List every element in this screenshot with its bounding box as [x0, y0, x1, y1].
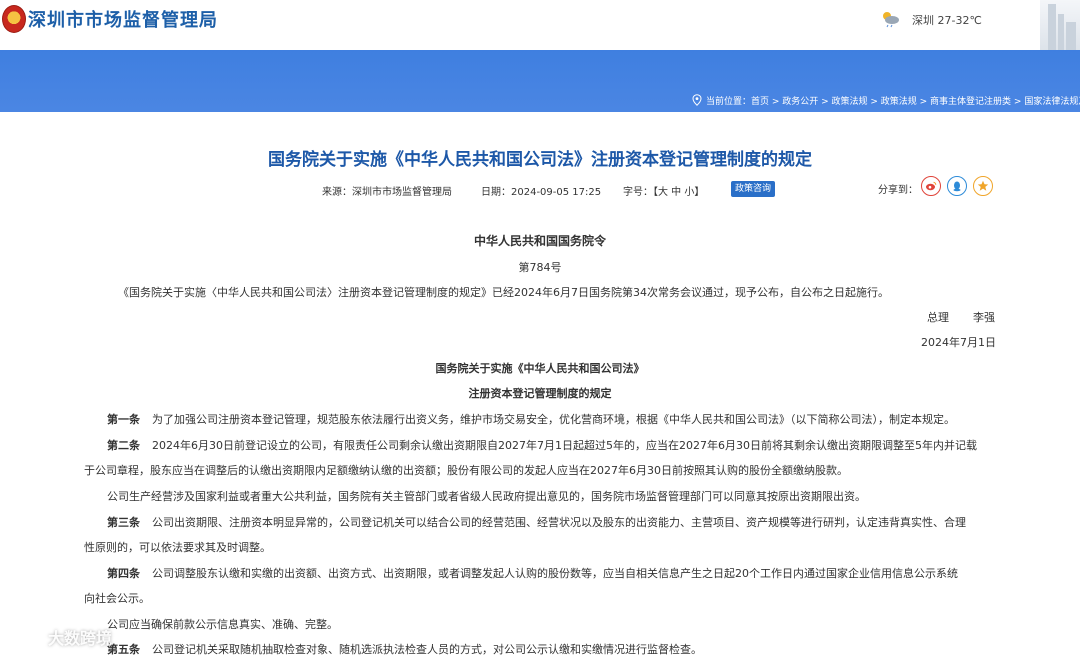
breadcrumb-text[interactable]: 当前位置：首页 > 政务公开 > 政策法规 > 政策法规 > 商事主体登记注册类…: [706, 94, 1080, 107]
article-2-label: 第二条: [107, 439, 140, 452]
article-4-text-1: 公司调整股东认缴和实缴的出资额、出资方式、出资期限，或者调整发起人认购的股份数等…: [152, 567, 958, 580]
premier-name: 李强: [973, 311, 995, 324]
article-5-text: 公司登记机关采取随机抽取检查对象、随机选派执法检查人员的方式，对公司公示认缴和实…: [152, 643, 702, 656]
top-bar: 深圳市市场监督管理局 深圳 27-32℃: [0, 0, 1080, 50]
policy-consult-badge[interactable]: 政策咨询: [731, 181, 776, 197]
qzone-star-icon[interactable]: [973, 176, 993, 196]
premier-title: 总理: [927, 311, 949, 324]
article-2-line-1: 第二条 2024年6月30日前登记设立的公司，有限责任公司剩余认缴出资期限自202…: [107, 437, 977, 453]
article-4-paragraph-2: 公司应当确保前款公示信息真实、准确、完整。: [107, 618, 338, 631]
article-source: 来源：深圳市市场监督管理局: [322, 187, 452, 198]
article-2-text-1: 2024年6月30日前登记设立的公司，有限责任公司剩余认缴出资期限自2027年7…: [152, 439, 977, 452]
watermark-logo-icon: [10, 629, 42, 645]
weather-cloud-icon: [883, 12, 899, 28]
regulation-title-line-2: 注册资本登记管理制度的规定: [468, 387, 612, 400]
page-title: 国务院关于实施《中华人民共和国公司法》注册资本登记管理制度的规定: [268, 150, 812, 170]
article-date: 日期：2024-09-05 17:25: [481, 187, 602, 198]
article-2-line-2: 于公司章程，股东应当在调整后的认缴出资期限内足额缴纳认缴的出资额；股份有限公司的…: [84, 464, 848, 477]
police-emblem-icon: [2, 5, 26, 33]
order-title: 中华人民共和国国务院令: [473, 234, 606, 248]
article-1: 第一条 为了加强公司注册资本登记管理，规范股东依法履行出资义务，维护市场交易安全，…: [107, 411, 955, 427]
site-name[interactable]: 深圳市市场监督管理局: [28, 6, 218, 32]
order-number: 第784号: [518, 261, 562, 274]
article-4-line-2: 向社会公示。: [84, 592, 150, 605]
article-4-label: 第四条: [107, 567, 140, 580]
article-1-text: 为了加强公司注册资本登记管理，规范股东依法履行出资义务，维护市场交易安全，优化营…: [152, 413, 955, 426]
weather-text: 深圳 27-32℃: [912, 14, 982, 27]
article-1-label: 第一条: [107, 413, 140, 426]
qq-icon[interactable]: [947, 176, 967, 196]
article-3-text-1: 公司出资期限、注册资本明显异常的，公司登记机关可以结合公司的经营范围、经营状况以…: [152, 516, 966, 529]
order-intro: 《国务院关于实施〈中华人民共和国公司法〉注册资本登记管理制度的规定》已经2024…: [118, 286, 889, 299]
regulation-title-line-1: 国务院关于实施《中华人民共和国公司法》: [435, 362, 645, 375]
breadcrumb: 当前位置：首页 > 政务公开 > 政策法规 > 政策法规 > 商事主体登记注册类…: [692, 93, 1080, 107]
article-3-label: 第三条: [107, 516, 140, 529]
location-pin-icon: [692, 94, 702, 106]
weibo-icon[interactable]: [921, 176, 941, 196]
sign-date: 2024年7月1日: [921, 336, 996, 349]
watermark: 大数跨境: [8, 625, 112, 649]
article-4-line-1: 第四条 公司调整股东认缴和实缴的出资额、出资方式、出资期限，或者调整发起人认购的股…: [107, 565, 958, 581]
article-3-line-1: 第三条 公司出资期限、注册资本明显异常的，公司登记机关可以结合公司的经营范围、经营…: [107, 514, 966, 530]
article-3-line-2: 性原则的，可以依法要求其及时调整。: [84, 541, 271, 554]
article-2-paragraph-2: 公司生产经营涉及国家利益或者重大公共利益，国务院有关主管部门或者省级人民政府提出…: [107, 490, 866, 503]
building-illustration: [1040, 0, 1080, 50]
share-label: 分享到：: [878, 185, 918, 196]
font-size-switcher[interactable]: 字号：【大 中 小】: [623, 183, 704, 198]
article-5-line-1: 第五条 公司登记机关采取随机抽取检查对象、随机选派执法检查人员的方式，对公司公示认…: [107, 641, 702, 657]
watermark-text: 大数跨境: [48, 629, 113, 648]
